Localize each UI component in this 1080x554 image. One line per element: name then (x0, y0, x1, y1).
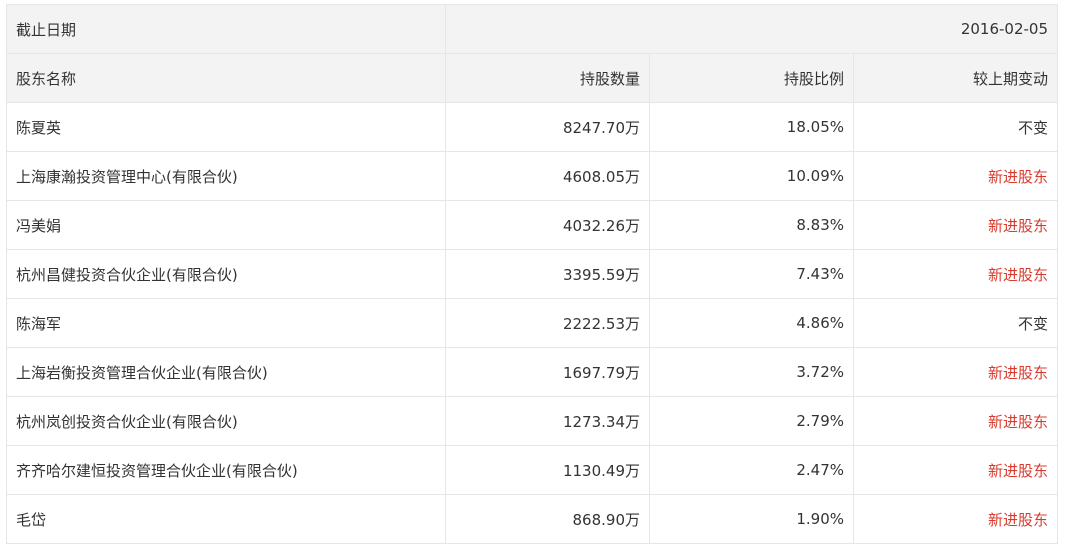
top-shareholders-table: 截止日期 2016-02-05 股东名称 持股数量 持股比例 较上期变动 陈夏英… (6, 4, 1058, 544)
change-status: 新进股东 (853, 347, 1058, 397)
shareholder-name: 齐齐哈尔建恒投资管理合伙企业(有限合伙) (6, 445, 446, 495)
column-header-shares: 持股数量 (445, 53, 650, 103)
change-status: 不变 (853, 102, 1058, 152)
table-row: 陈海军 2222.53万 4.86% 不变 (6, 298, 1058, 348)
change-status: 新进股东 (853, 151, 1058, 201)
shareholder-name: 陈海军 (6, 298, 446, 348)
share-ratio: 10.09% (649, 151, 854, 201)
column-header-ratio: 持股比例 (649, 53, 854, 103)
change-status: 新进股东 (853, 494, 1058, 544)
bottom-fade (0, 546, 1080, 554)
column-header-row: 股东名称 持股数量 持股比例 较上期变动 (6, 53, 1058, 103)
shareholder-name: 上海康瀚投资管理中心(有限合伙) (6, 151, 446, 201)
change-status: 新进股东 (853, 445, 1058, 495)
table-row: 冯美娟 4032.26万 8.83% 新进股东 (6, 200, 1058, 250)
share-count: 4608.05万 (445, 151, 650, 201)
table-row: 齐齐哈尔建恒投资管理合伙企业(有限合伙) 1130.49万 2.47% 新进股东 (6, 445, 1058, 495)
shareholder-name: 毛岱 (6, 494, 446, 544)
column-header-name: 股东名称 (6, 53, 446, 103)
cutoff-date-row: 截止日期 2016-02-05 (6, 4, 1058, 54)
share-ratio: 7.43% (649, 249, 854, 299)
table-row: 陈夏英 8247.70万 18.05% 不变 (6, 102, 1058, 152)
share-count: 868.90万 (445, 494, 650, 544)
share-count: 2222.53万 (445, 298, 650, 348)
change-status: 新进股东 (853, 200, 1058, 250)
table-row: 毛岱 868.90万 1.90% 新进股东 (6, 494, 1058, 544)
share-ratio: 2.79% (649, 396, 854, 446)
shareholder-name: 上海岩衡投资管理合伙企业(有限合伙) (6, 347, 446, 397)
table-row: 上海康瀚投资管理中心(有限合伙) 4608.05万 10.09% 新进股东 (6, 151, 1058, 201)
shareholder-name: 杭州岚创投资合伙企业(有限合伙) (6, 396, 446, 446)
share-count: 4032.26万 (445, 200, 650, 250)
share-ratio: 8.83% (649, 200, 854, 250)
share-count: 3395.59万 (445, 249, 650, 299)
shareholders-table-container: 截止日期 2016-02-05 股东名称 持股数量 持股比例 较上期变动 陈夏英… (6, 4, 1058, 544)
table-row: 杭州昌健投资合伙企业(有限合伙) 3395.59万 7.43% 新进股东 (6, 249, 1058, 299)
shareholder-name: 冯美娟 (6, 200, 446, 250)
cutoff-date-value: 2016-02-05 (445, 4, 1058, 54)
share-count: 1697.79万 (445, 347, 650, 397)
share-ratio: 3.72% (649, 347, 854, 397)
shareholder-name: 杭州昌健投资合伙企业(有限合伙) (6, 249, 446, 299)
column-header-change: 较上期变动 (853, 53, 1058, 103)
change-status: 新进股东 (853, 396, 1058, 446)
change-status: 不变 (853, 298, 1058, 348)
share-ratio: 18.05% (649, 102, 854, 152)
table-row: 杭州岚创投资合伙企业(有限合伙) 1273.34万 2.79% 新进股东 (6, 396, 1058, 446)
share-ratio: 1.90% (649, 494, 854, 544)
change-status: 新进股东 (853, 249, 1058, 299)
share-ratio: 4.86% (649, 298, 854, 348)
share-count: 1130.49万 (445, 445, 650, 495)
share-count: 8247.70万 (445, 102, 650, 152)
table-row: 上海岩衡投资管理合伙企业(有限合伙) 1697.79万 3.72% 新进股东 (6, 347, 1058, 397)
share-ratio: 2.47% (649, 445, 854, 495)
cutoff-date-label: 截止日期 (6, 4, 446, 54)
shareholder-name: 陈夏英 (6, 102, 446, 152)
share-count: 1273.34万 (445, 396, 650, 446)
